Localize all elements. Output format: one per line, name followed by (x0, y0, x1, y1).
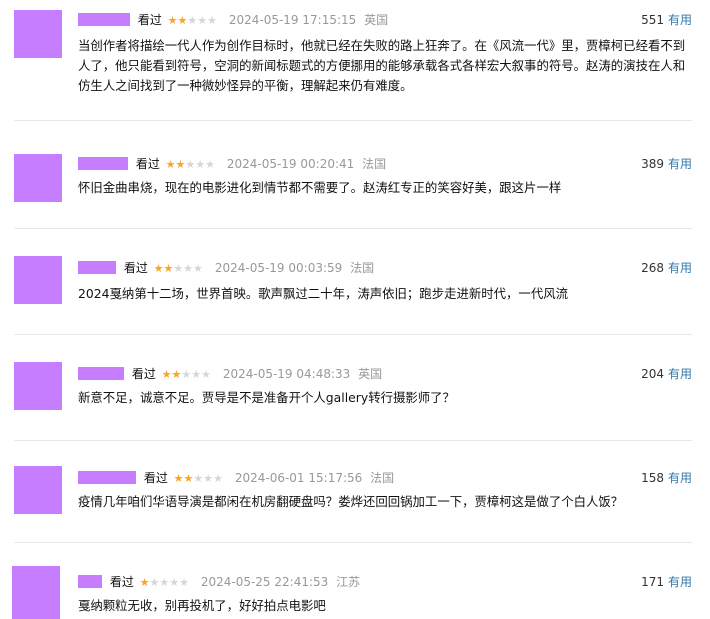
review-time: 2024-05-19 00:03:59 (214, 261, 343, 275)
helpful-votes: 551 有用 (641, 10, 692, 30)
vote-count: 268 (641, 261, 664, 275)
star-rating: ★★★★★ (174, 469, 223, 489)
star-filled-icon: ★★ (153, 262, 174, 275)
review-location: 江苏 (336, 575, 361, 589)
review-item: 看过 ★★★★★ 2024-05-19 00:03:59 法国 268 有用 20… (0, 250, 710, 320)
divider (14, 228, 692, 229)
star-empty-icon: ★★★ (185, 158, 215, 171)
star-empty-icon: ★★★★ (149, 576, 189, 589)
helpful-button[interactable]: 有用 (668, 261, 692, 275)
watched-label: 看过 (135, 157, 160, 171)
review-item: 看过 ★★★★★ 2024-05-25 22:41:53 江苏 171 有用 戛纳… (0, 564, 710, 619)
star-filled-icon: ★★ (161, 368, 182, 381)
star-filled-icon: ★★ (167, 14, 188, 27)
star-empty-icon: ★★★ (173, 262, 203, 275)
avatar[interactable] (14, 154, 62, 202)
review-item: 看过 ★★★★★ 2024-05-19 00:20:41 法国 389 有用 怀旧… (0, 146, 710, 216)
divider (14, 440, 692, 441)
review-content: 新意不足，诚意不足。贾导是不是准备开个人gallery转行摄影师了？ (78, 390, 455, 405)
helpful-button[interactable]: 有用 (668, 157, 692, 171)
review-time: 2024-06-01 15:17:56 (234, 471, 363, 485)
helpful-button[interactable]: 有用 (668, 471, 692, 485)
review-content: 怀旧金曲串烧，现在的电影进化到情节都不需要了。赵涛红专正的笑容好美，跟这片一样 (78, 180, 562, 195)
review-time: 2024-05-25 22:41:53 (200, 575, 329, 589)
review-meta: 看过 ★★★★★ 2024-05-19 04:48:33 英国 204 有用 (78, 364, 692, 384)
username-redacted[interactable] (78, 261, 116, 274)
vote-count: 158 (641, 471, 664, 485)
vote-count: 389 (641, 157, 664, 171)
username-redacted[interactable] (78, 157, 128, 170)
vote-count: 204 (641, 367, 664, 381)
review-location: 法国 (350, 261, 375, 275)
divider (14, 334, 692, 335)
helpful-button[interactable]: 有用 (668, 367, 692, 381)
watched-label: 看过 (131, 367, 156, 381)
avatar[interactable] (12, 566, 60, 619)
divider (14, 542, 692, 543)
watched-label: 看过 (143, 471, 168, 485)
avatar[interactable] (14, 256, 62, 304)
star-empty-icon: ★★★ (193, 472, 223, 485)
review-content: 当创作者将描绘一代人作为创作目标时，他就已经在失败的路上狂奔了。在《风流一代》里… (78, 38, 686, 93)
review-time: 2024-05-19 00:20:41 (226, 157, 355, 171)
watched-label: 看过 (123, 261, 148, 275)
review-meta: 看过 ★★★★★ 2024-06-01 15:17:56 法国 158 有用 (78, 468, 692, 488)
star-empty-icon: ★★★ (187, 14, 217, 27)
username-redacted[interactable] (78, 367, 124, 380)
star-rating: ★★★★★ (166, 155, 215, 175)
vote-count: 551 (641, 13, 664, 27)
helpful-votes: 171 有用 (641, 572, 692, 592)
watched-label: 看过 (109, 575, 134, 589)
review-item: 看过 ★★★★★ 2024-05-19 04:48:33 英国 204 有用 新意… (0, 356, 710, 426)
star-rating: ★★★★★ (168, 11, 217, 31)
helpful-votes: 389 有用 (641, 154, 692, 174)
star-filled-icon: ★★ (165, 158, 186, 171)
review-content: 疫情几年咱们华语导演是都闲在机房翻硬盘吗？娄烨还回回锅加工一下，贾樟柯这是做了个… (78, 494, 624, 509)
username-redacted[interactable] (78, 471, 136, 484)
star-rating: ★★★★★ (162, 365, 211, 385)
review-location: 英国 (358, 367, 383, 381)
star-rating: ★★★★★ (140, 573, 189, 593)
avatar[interactable] (14, 10, 62, 58)
divider (14, 120, 692, 121)
helpful-button[interactable]: 有用 (668, 575, 692, 589)
review-meta: 看过 ★★★★★ 2024-05-25 22:41:53 江苏 171 有用 (78, 572, 692, 592)
helpful-votes: 204 有用 (641, 364, 692, 384)
helpful-votes: 268 有用 (641, 258, 692, 278)
avatar[interactable] (14, 362, 62, 410)
vote-count: 171 (641, 575, 664, 589)
review-meta: 看过 ★★★★★ 2024-05-19 00:20:41 法国 389 有用 (78, 154, 692, 174)
review-item: 看过 ★★★★★ 2024-05-19 17:15:15 英国 551 有用 当创… (0, 2, 710, 120)
review-location: 英国 (364, 13, 389, 27)
helpful-votes: 158 有用 (641, 468, 692, 488)
review-content: 2024戛纳第十二场，世界首映。歌声飘过二十年，涛声依旧；跑步走进新时代，一代风… (78, 286, 568, 301)
watched-label: 看过 (137, 13, 162, 27)
review-meta: 看过 ★★★★★ 2024-05-19 00:03:59 法国 268 有用 (78, 258, 692, 278)
review-meta: 看过 ★★★★★ 2024-05-19 17:15:15 英国 551 有用 (78, 10, 692, 30)
review-time: 2024-05-19 04:48:33 (222, 367, 351, 381)
star-filled-icon: ★ (139, 576, 150, 589)
star-filled-icon: ★★ (173, 472, 194, 485)
helpful-button[interactable]: 有用 (668, 13, 692, 27)
review-time: 2024-05-19 17:15:15 (228, 13, 357, 27)
username-redacted[interactable] (78, 575, 102, 588)
review-content: 戛纳颗粒无收，别再投机了，好好拍点电影吧 (78, 598, 326, 613)
star-rating: ★★★★★ (154, 259, 203, 279)
review-item: 看过 ★★★★★ 2024-06-01 15:17:56 法国 158 有用 疫情… (0, 460, 710, 530)
username-redacted[interactable] (78, 13, 130, 26)
review-location: 法国 (362, 157, 387, 171)
avatar[interactable] (14, 466, 62, 514)
review-location: 法国 (370, 471, 395, 485)
star-empty-icon: ★★★ (181, 368, 211, 381)
